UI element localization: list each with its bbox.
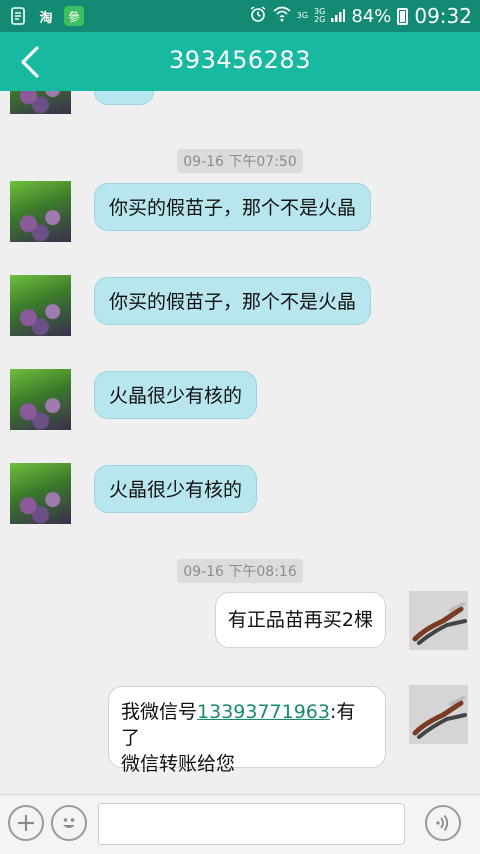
smiley-icon (63, 818, 75, 828)
taobao-app-icon: 淘 (39, 10, 53, 26)
avatar[interactable] (10, 275, 71, 336)
alarm-icon (249, 5, 267, 28)
message-text: 我微信号 (121, 701, 198, 723)
message-bubble[interactable]: 有正品苗再买2棵 (214, 592, 386, 648)
pruning-shears-icon (412, 695, 467, 739)
wifi-icon (273, 6, 291, 27)
avatar[interactable] (10, 463, 71, 524)
green-app-icon: 參 (64, 6, 84, 26)
emoji-button[interactable] (51, 805, 87, 841)
message-input[interactable] (98, 803, 405, 845)
document-icon (8, 6, 28, 26)
message-bubble[interactable] (94, 91, 154, 105)
message-text: 微信转账给您 (121, 753, 236, 775)
clock: 09:32 (414, 4, 472, 28)
message-bubble[interactable]: 你买的假苗子，那个不是火晶 (94, 183, 372, 231)
page-title: 393456283 (169, 46, 311, 74)
signal-icon (331, 6, 346, 27)
add-button[interactable] (8, 805, 44, 841)
plus-icon (18, 815, 34, 831)
voice-button[interactable] (425, 805, 461, 841)
timestamp: 09-16 下午07:50 (0, 149, 480, 173)
message-bubble[interactable]: 火晶很少有核的 (94, 371, 258, 419)
avatar[interactable] (10, 181, 71, 242)
avatar[interactable] (10, 369, 71, 430)
input-bar (0, 794, 480, 854)
phone-number-link[interactable]: 13393771963 (197, 701, 330, 723)
message-list[interactable]: 09-16 下午07:50 你买的假苗子，那个不是火晶 你买的假苗子，那个不是火… (0, 91, 480, 794)
pruning-shears-icon (412, 601, 467, 645)
avatar[interactable] (10, 91, 71, 114)
message-bubble[interactable]: 你买的假苗子，那个不是火晶 (94, 277, 372, 325)
message-bubble[interactable]: 火晶很少有核的 (94, 465, 258, 513)
avatar[interactable] (409, 591, 468, 650)
timestamp: 09-16 下午08:16 (0, 559, 480, 583)
network-type-label: 3G (296, 11, 309, 20)
battery-percent: 84% (351, 5, 392, 27)
title-bar: 393456283 (0, 32, 480, 91)
avatar[interactable] (409, 685, 468, 744)
status-bar: 淘 參 3G 3G 2G 84% 09:32 (0, 0, 480, 32)
dual-network-label: 3G 2G (314, 7, 326, 24)
battery-icon (397, 7, 409, 25)
sound-wave-icon (436, 814, 449, 832)
message-bubble[interactable]: 我微信号13393771963:有了 微信转账给您 (108, 686, 386, 775)
